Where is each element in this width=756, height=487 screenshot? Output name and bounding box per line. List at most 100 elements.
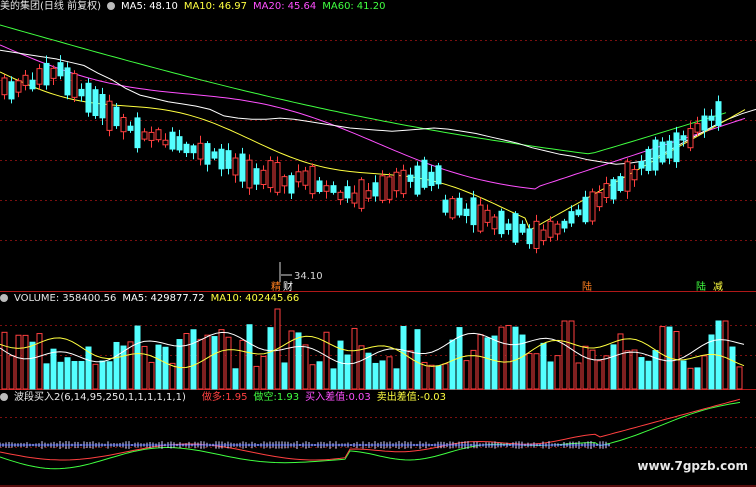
volume-bar[interactable] bbox=[57, 361, 64, 390]
volume-bar[interactable] bbox=[652, 350, 659, 390]
candle[interactable] bbox=[120, 116, 127, 133]
volume-bar[interactable] bbox=[281, 362, 288, 390]
volume-bar[interactable] bbox=[533, 353, 540, 390]
volume-bar[interactable] bbox=[547, 361, 554, 390]
volume-bar[interactable] bbox=[365, 352, 372, 390]
candle[interactable] bbox=[666, 140, 673, 159]
volume-bar[interactable] bbox=[722, 320, 729, 390]
volume-bar[interactable] bbox=[484, 337, 491, 390]
candle[interactable] bbox=[610, 179, 617, 200]
volume-bar[interactable] bbox=[631, 349, 638, 390]
candle[interactable] bbox=[253, 168, 260, 185]
volume-bar[interactable] bbox=[540, 342, 547, 390]
candle[interactable] bbox=[155, 129, 162, 141]
volume-bar[interactable] bbox=[148, 361, 155, 390]
volume-bar[interactable] bbox=[64, 357, 71, 390]
volume-bar[interactable] bbox=[1, 331, 8, 390]
candle[interactable] bbox=[106, 100, 113, 131]
candle[interactable] bbox=[71, 73, 78, 98]
volume-bar[interactable] bbox=[176, 339, 183, 390]
candle[interactable] bbox=[421, 159, 428, 188]
candle[interactable] bbox=[183, 143, 190, 154]
volume-bar[interactable] bbox=[50, 348, 57, 390]
volume-bar[interactable] bbox=[414, 329, 421, 390]
volume-bar[interactable] bbox=[701, 355, 708, 390]
candle[interactable] bbox=[134, 117, 141, 149]
volume-bar[interactable] bbox=[302, 344, 309, 390]
candle[interactable] bbox=[428, 171, 435, 186]
candle[interactable] bbox=[302, 170, 309, 186]
volume-bar[interactable] bbox=[379, 360, 386, 390]
volume-bar[interactable] bbox=[134, 325, 141, 390]
candle[interactable] bbox=[15, 80, 22, 93]
candle[interactable] bbox=[295, 171, 302, 183]
candle[interactable] bbox=[575, 209, 582, 216]
volume-bar[interactable] bbox=[351, 327, 358, 390]
candle[interactable] bbox=[358, 179, 365, 209]
volume-bar[interactable] bbox=[183, 333, 190, 390]
volume-bar[interactable] bbox=[617, 333, 624, 390]
candle[interactable] bbox=[652, 139, 659, 171]
candle[interactable] bbox=[414, 165, 421, 195]
volume-bar[interactable] bbox=[267, 327, 274, 390]
candle[interactable] bbox=[638, 161, 645, 169]
candle[interactable] bbox=[239, 153, 246, 182]
volume-bar[interactable] bbox=[561, 320, 568, 390]
volume-bar[interactable] bbox=[659, 326, 666, 390]
volume-bar[interactable] bbox=[512, 326, 519, 390]
volume-bar[interactable] bbox=[435, 365, 442, 390]
volume-bar[interactable] bbox=[253, 365, 260, 390]
volume-bar[interactable] bbox=[155, 344, 162, 390]
volume-bar[interactable] bbox=[624, 350, 631, 390]
volume-bar[interactable] bbox=[106, 361, 113, 390]
candle[interactable] bbox=[687, 128, 694, 149]
candle[interactable] bbox=[715, 101, 722, 126]
candle[interactable] bbox=[43, 62, 50, 86]
candle[interactable] bbox=[211, 151, 218, 159]
candle[interactable] bbox=[386, 176, 393, 200]
candle[interactable] bbox=[218, 148, 225, 170]
candle[interactable] bbox=[267, 160, 274, 189]
candle[interactable] bbox=[127, 125, 134, 131]
volume-bar[interactable] bbox=[729, 346, 736, 390]
candle[interactable] bbox=[57, 62, 64, 77]
candle[interactable] bbox=[323, 185, 330, 192]
candle[interactable] bbox=[498, 210, 505, 235]
candle[interactable] bbox=[582, 196, 589, 223]
candle[interactable] bbox=[176, 136, 183, 151]
volume-bar[interactable] bbox=[491, 335, 498, 390]
volume-bar[interactable] bbox=[694, 367, 701, 390]
volume-bar[interactable] bbox=[372, 362, 379, 390]
candle[interactable] bbox=[484, 209, 491, 223]
volume-bar[interactable] bbox=[442, 363, 449, 390]
candle[interactable] bbox=[204, 143, 211, 165]
candle[interactable] bbox=[442, 199, 449, 213]
candle[interactable] bbox=[701, 115, 708, 131]
volume-bar[interactable] bbox=[127, 341, 134, 390]
volume-bar[interactable] bbox=[211, 336, 218, 390]
volume-bar[interactable] bbox=[428, 364, 435, 390]
volume-bar[interactable] bbox=[554, 355, 561, 390]
candle[interactable] bbox=[92, 89, 99, 117]
candle[interactable] bbox=[673, 132, 680, 163]
candle[interactable] bbox=[400, 169, 407, 195]
candle[interactable] bbox=[372, 182, 379, 197]
volume-bar[interactable] bbox=[113, 341, 120, 390]
volume-bar[interactable] bbox=[141, 345, 148, 390]
indicator-settings-circle-icon[interactable] bbox=[0, 393, 8, 401]
volume-bar[interactable] bbox=[393, 368, 400, 390]
volume-bar[interactable] bbox=[589, 349, 596, 390]
candle[interactable] bbox=[316, 180, 323, 192]
candle[interactable] bbox=[288, 175, 295, 194]
volume-bar[interactable] bbox=[708, 334, 715, 390]
candle[interactable] bbox=[365, 190, 372, 199]
candle[interactable] bbox=[260, 169, 267, 186]
volume-bar[interactable] bbox=[225, 336, 232, 390]
volume-bar[interactable] bbox=[309, 364, 316, 390]
volume-bars[interactable] bbox=[0, 308, 745, 390]
volume-bar[interactable] bbox=[323, 331, 330, 390]
volume-bar[interactable] bbox=[568, 320, 575, 390]
volume-bar[interactable] bbox=[687, 367, 694, 390]
candle[interactable] bbox=[694, 123, 701, 133]
volume-bar[interactable] bbox=[15, 334, 22, 390]
